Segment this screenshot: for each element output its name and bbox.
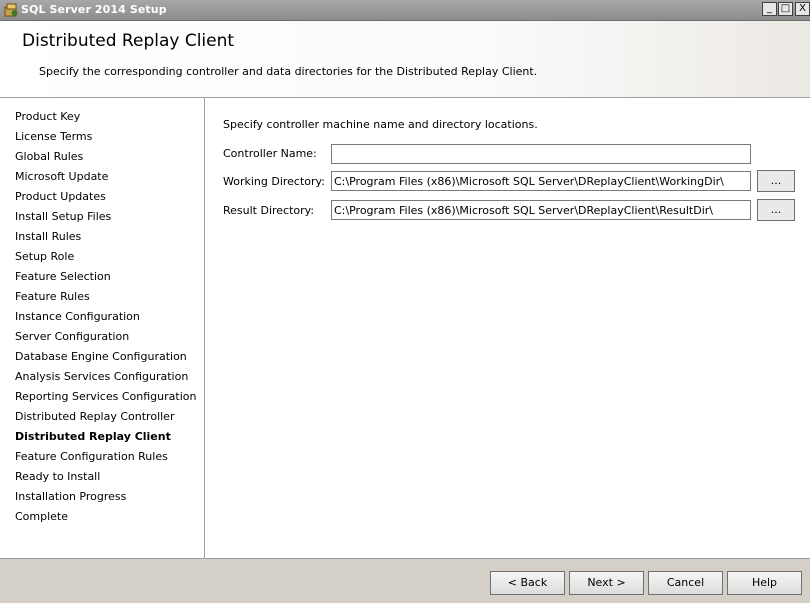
back-button[interactable]: < Back (490, 571, 565, 595)
sidebar-item[interactable]: Feature Selection (15, 270, 111, 283)
sidebar-item[interactable]: Install Setup Files (15, 210, 111, 223)
sidebar-item[interactable]: Server Configuration (15, 330, 129, 343)
sidebar-item[interactable]: Feature Rules (15, 290, 90, 303)
sidebar-item[interactable]: Ready to Install (15, 470, 100, 483)
sidebar-item[interactable]: License Terms (15, 130, 92, 143)
sidebar-item[interactable]: Install Rules (15, 230, 81, 243)
sidebar-item[interactable]: Reporting Services Configuration (15, 390, 196, 403)
sidebar-item[interactable]: Product Updates (15, 190, 106, 203)
sql-server-setup-icon (4, 3, 18, 17)
main-content: Specify controller machine name and dire… (205, 98, 810, 558)
minimize-button[interactable]: _ (762, 2, 777, 16)
sidebar-item[interactable]: Feature Configuration Rules (15, 450, 168, 463)
next-button[interactable]: Next > (569, 571, 644, 595)
window-title: SQL Server 2014 Setup (21, 3, 167, 16)
page-header: Distributed Replay Client Specify the co… (0, 21, 810, 98)
sidebar-item[interactable]: Installation Progress (15, 490, 126, 503)
maximize-button[interactable]: □ (778, 2, 793, 16)
sidebar-item[interactable]: Distributed Replay Controller (15, 410, 174, 423)
controller-name-input[interactable] (331, 144, 751, 164)
sidebar-item[interactable]: Global Rules (15, 150, 83, 163)
sidebar-item[interactable]: Database Engine Configuration (15, 350, 187, 363)
footer-divider (0, 558, 810, 559)
working-directory-label: Working Directory: (223, 175, 325, 188)
sidebar-item[interactable]: Microsoft Update (15, 170, 108, 183)
close-button[interactable]: X (795, 2, 810, 16)
controller-name-label: Controller Name: (223, 147, 317, 160)
page-description: Specify the corresponding controller and… (39, 65, 538, 78)
result-directory-browse-button[interactable]: ... (757, 199, 795, 221)
sidebar-item[interactable]: Instance Configuration (15, 310, 140, 323)
setup-steps-sidebar: Product Key License Terms Global Rules Micr… (0, 98, 205, 558)
title-bar: SQL Server 2014 Setup _ □ X (0, 0, 810, 21)
intro-text: Specify controller machine name and dire… (223, 118, 538, 131)
sidebar-item[interactable]: Complete (15, 510, 68, 523)
page-title: Distributed Replay Client (22, 31, 235, 51)
working-directory-input[interactable] (331, 171, 751, 191)
sidebar-item[interactable]: Analysis Services Configuration (15, 370, 188, 383)
help-button[interactable]: Help (727, 571, 802, 595)
sidebar-item[interactable]: Product Key (15, 110, 80, 123)
result-directory-input[interactable] (331, 200, 751, 220)
result-directory-label: Result Directory: (223, 204, 315, 217)
cancel-button[interactable]: Cancel (648, 571, 723, 595)
sidebar-item[interactable]: Setup Role (15, 250, 74, 263)
working-directory-browse-button[interactable]: ... (757, 170, 795, 192)
sidebar-item[interactable]: Distributed Replay Client (15, 430, 171, 443)
